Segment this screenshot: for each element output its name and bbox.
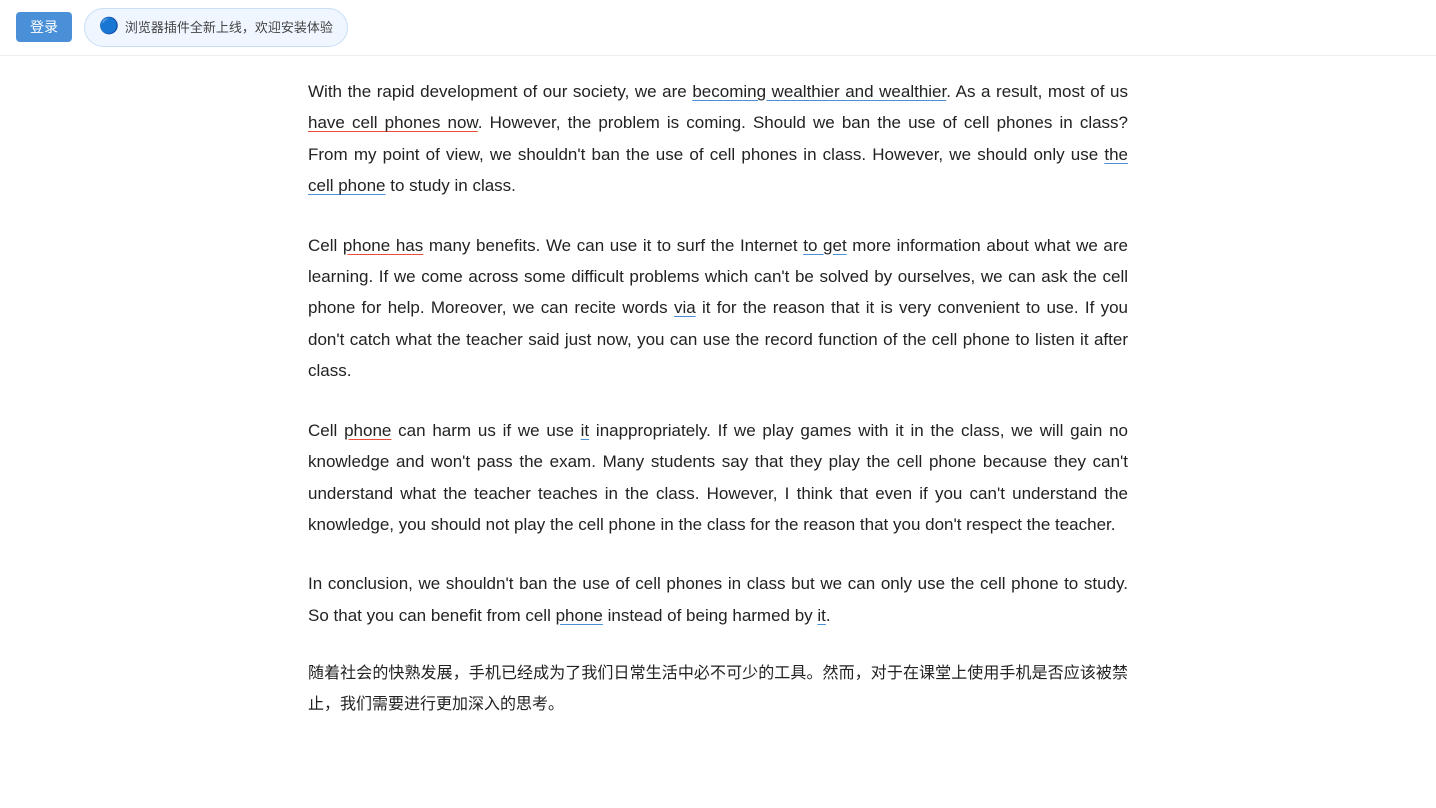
plugin-notice[interactable]: 🔵 浏览器插件全新上线，欢迎安装体验 bbox=[84, 8, 348, 47]
main-content: With the rapid development of our societ… bbox=[268, 56, 1168, 780]
para1-text2: . As a result, most of us bbox=[946, 82, 1128, 101]
para1-highlight1: becoming wealthier and wealthier bbox=[692, 82, 946, 101]
paragraph-5-chinese: 随着社会的快熟发展，手机已经成为了我们日常生活中必不可少的工具。然而，对于在课堂… bbox=[308, 659, 1128, 720]
paragraph-1: With the rapid development of our societ… bbox=[308, 76, 1128, 202]
para3-highlight1: phone bbox=[344, 421, 391, 440]
para3-text2: can harm us if we use bbox=[391, 421, 580, 440]
para2-text1: Cell bbox=[308, 236, 343, 255]
plugin-notice-text: 浏览器插件全新上线，欢迎安装体验 bbox=[125, 16, 333, 39]
para2-highlight2: to get bbox=[803, 236, 846, 255]
para4-text3: . bbox=[826, 606, 831, 625]
paragraph-3: Cell phone can harm us if we use it inap… bbox=[308, 415, 1128, 541]
topbar: 登录 🔵 浏览器插件全新上线，欢迎安装体验 bbox=[0, 0, 1436, 56]
para4-text2: instead of being harmed by bbox=[603, 606, 818, 625]
para1-highlight2: have cell phones now bbox=[308, 113, 478, 132]
para3-highlight2: it bbox=[581, 421, 590, 440]
para4-highlight1: phone bbox=[556, 606, 603, 625]
para4-highlight2: it bbox=[817, 606, 826, 625]
paragraph-2: Cell phone has many benefits. We can use… bbox=[308, 230, 1128, 387]
plugin-icon: 🔵 bbox=[99, 13, 119, 42]
para2-highlight1: phone has bbox=[343, 236, 423, 255]
para2-text2: many benefits. We can use it to surf the… bbox=[423, 236, 803, 255]
para3-text1: Cell bbox=[308, 421, 344, 440]
para1-text1: With the rapid development of our societ… bbox=[308, 82, 692, 101]
para2-highlight3: via bbox=[674, 298, 696, 317]
login-button[interactable]: 登录 bbox=[16, 12, 72, 42]
paragraph-4: In conclusion, we shouldn't ban the use … bbox=[308, 568, 1128, 631]
para1-text4: to study in class. bbox=[386, 176, 516, 195]
